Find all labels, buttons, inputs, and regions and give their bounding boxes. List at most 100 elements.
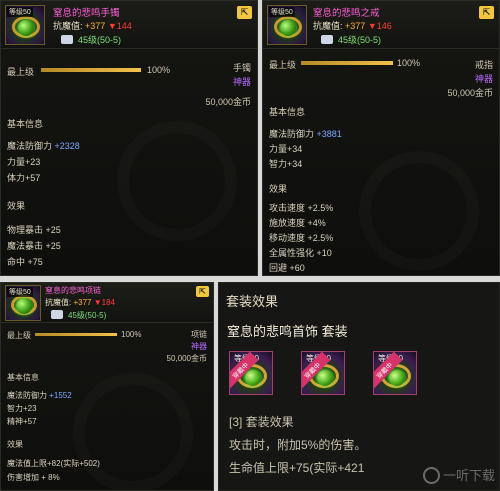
set-slot-necklace[interactable]: 等级50 穿戴中: [301, 351, 345, 395]
top-grade-progress: [301, 61, 393, 65]
grade-icon: [321, 35, 333, 44]
magic-resist-up: +377: [85, 21, 106, 31]
item-tooltip-bracelet: 等级50 窒息的悲鸣手镯 抗魔值: +377 ▼144 45级(50-5) ⇱ …: [0, 0, 258, 276]
slot-type: 戒指: [474, 60, 493, 70]
set-effect-panel: 套装效果 窒息的悲鸣首饰 套装 等级50 穿戴中 等级50 穿戴中 等级50 穿…: [218, 282, 500, 491]
item-name: 窒息的悲鸣手镯: [53, 8, 120, 19]
green-gem-icon: [317, 370, 333, 386]
expand-icon[interactable]: ⇱: [479, 6, 494, 19]
green-gem-icon: [280, 20, 296, 36]
stat-label: 精神: [7, 417, 23, 426]
expand-icon[interactable]: ⇱: [196, 286, 209, 297]
effect-line: 全属性强化 +10: [269, 248, 332, 258]
item-tooltip-necklace: 等级50 窒息的悲鸣项链 抗魔值: +377 ▼184 45级(50-5) ⇱ …: [0, 282, 214, 491]
watermark-logo-icon: [422, 467, 440, 484]
effect-line: 回避 +60: [269, 263, 305, 273]
grade-line: 45级(50-5): [61, 33, 121, 46]
top-grade-label: 最上级: [269, 60, 297, 70]
bracelet-item-icon[interactable]: 等级50: [5, 5, 45, 45]
top-grade-progress-fill: [301, 61, 393, 65]
set-slot-ring[interactable]: 等级50 穿戴中: [373, 351, 417, 395]
grade-icon: [61, 35, 73, 44]
basic-info-title: 基本信息: [269, 107, 306, 117]
expand-icon[interactable]: ⇱: [237, 6, 252, 19]
magic-resist-down: ▼184: [93, 298, 115, 307]
stat-label: 力量: [7, 157, 26, 167]
top-grade-progress: [41, 68, 141, 72]
item-tooltip-ring: 等级50 窒息的悲鸣之戒 抗魔值: +377 ▼146 45级(50-5) ⇱ …: [262, 0, 500, 276]
grade-text: 45级(50-5): [78, 35, 122, 45]
effect-title: 效果: [7, 201, 26, 211]
magic-resist-label: 抗魔值:: [45, 298, 72, 307]
magic-resist-line: 抗魔值: +377 ▼146: [313, 19, 392, 32]
magic-resist-up: +377: [345, 21, 366, 31]
item-level-badge: 等级50: [269, 7, 295, 17]
slot-type: 手镯: [232, 63, 251, 73]
effect-line: 伤害增加 + 8%: [7, 473, 60, 482]
stat-label: 魔法防御力: [269, 129, 315, 139]
set-effect-line: 生命值上限+75(实际+421: [229, 461, 365, 475]
magic-resist-label: 抗魔值:: [53, 21, 83, 31]
effect-line: 命中 +75: [7, 257, 43, 267]
magic-resist-down: ▼146: [367, 21, 392, 31]
necklace-item-icon[interactable]: 等级50: [5, 285, 41, 321]
tooltip-header: 等级50 窒息的悲鸣之戒 抗魔值: +377 ▼146 45级(50-5) ⇱: [263, 1, 499, 49]
stat-value: +34: [287, 159, 303, 169]
effect-line: 魔法暴击 +25: [7, 241, 61, 251]
background-emblem: [359, 151, 479, 271]
effect-title: 效果: [269, 184, 288, 194]
item-level-badge: 等级50: [7, 7, 33, 17]
price-label: 50,000金币: [447, 88, 493, 98]
stat-value: +23: [23, 404, 37, 413]
stat-value: +1552: [49, 391, 72, 400]
stat-value: +2328: [54, 141, 80, 151]
set-effect-line: 攻击时，附加5%的伤害。: [229, 438, 367, 452]
price-label: 50,000金币: [166, 354, 207, 363]
basic-info-title: 基本信息: [7, 119, 44, 129]
stat-value: +23: [25, 157, 41, 167]
effect-title: 效果: [7, 440, 23, 449]
set-effect-title: 套装效果: [226, 294, 279, 309]
item-name: 窒息的悲鸣之戒: [313, 8, 380, 19]
top-grade-percent: 100%: [397, 58, 421, 68]
stat-line: 精神+57: [7, 416, 37, 427]
ring-item-icon[interactable]: 等级50: [267, 5, 307, 45]
set-slot-bracelet[interactable]: 等级50 穿戴中: [229, 351, 273, 395]
effect-line: 移动速度 +2.5%: [269, 233, 334, 243]
green-gem-icon: [16, 298, 32, 314]
stat-value: +34: [287, 144, 303, 154]
tooltip-header: 等级50 窒息的悲鸣项链 抗魔值: +377 ▼184 45级(50-5) ⇱: [1, 283, 213, 323]
magic-resist-down: ▼144: [107, 21, 132, 31]
grade-line: 45级(50-5): [51, 310, 106, 321]
grade-text: 45级(50-5): [68, 311, 107, 320]
top-grade-progress-fill: [35, 333, 117, 336]
watermark-text: 一听下载: [442, 468, 495, 483]
green-gem-icon: [18, 20, 34, 36]
set-name: 窒息的悲鸣首饰 套装: [227, 324, 348, 339]
grade-text: 45级(50-5): [338, 35, 382, 45]
magic-resist-label: 抗魔值:: [313, 21, 343, 31]
green-gem-icon: [245, 370, 261, 386]
tooltip-header: 等级50 窒息的悲鸣手镯 抗魔值: +377 ▼144 45级(50-5) ⇱: [1, 1, 257, 49]
stat-line: 智力+23: [7, 403, 37, 414]
stat-label: 力量: [269, 144, 288, 154]
effect-line: 施放速度 +4%: [269, 218, 326, 228]
stat-label: 智力: [7, 404, 23, 413]
stat-value: +3881: [316, 129, 342, 139]
rarity-label: 神器: [191, 342, 207, 351]
magic-resist-up: +377: [73, 298, 92, 307]
effect-line: 魔法值上限+82(实际+502): [7, 459, 100, 468]
stat-value: +57: [25, 173, 41, 183]
top-grade-percent: 100%: [121, 330, 142, 339]
stat-value: +57: [23, 417, 37, 426]
stat-line: 体力+57: [7, 171, 40, 184]
stat-line: 魔法防御力 +2328: [7, 139, 80, 152]
stat-label: 体力: [7, 173, 26, 183]
grade-line: 45级(50-5): [321, 33, 381, 46]
top-grade-percent: 100%: [147, 65, 171, 75]
stat-line: 力量+34: [269, 142, 302, 155]
top-grade-progress: [35, 333, 117, 336]
item-level-badge: 等级50: [7, 287, 33, 297]
green-gem-icon: [389, 370, 405, 386]
stat-line: 魔法防御力 +1552: [7, 390, 72, 401]
